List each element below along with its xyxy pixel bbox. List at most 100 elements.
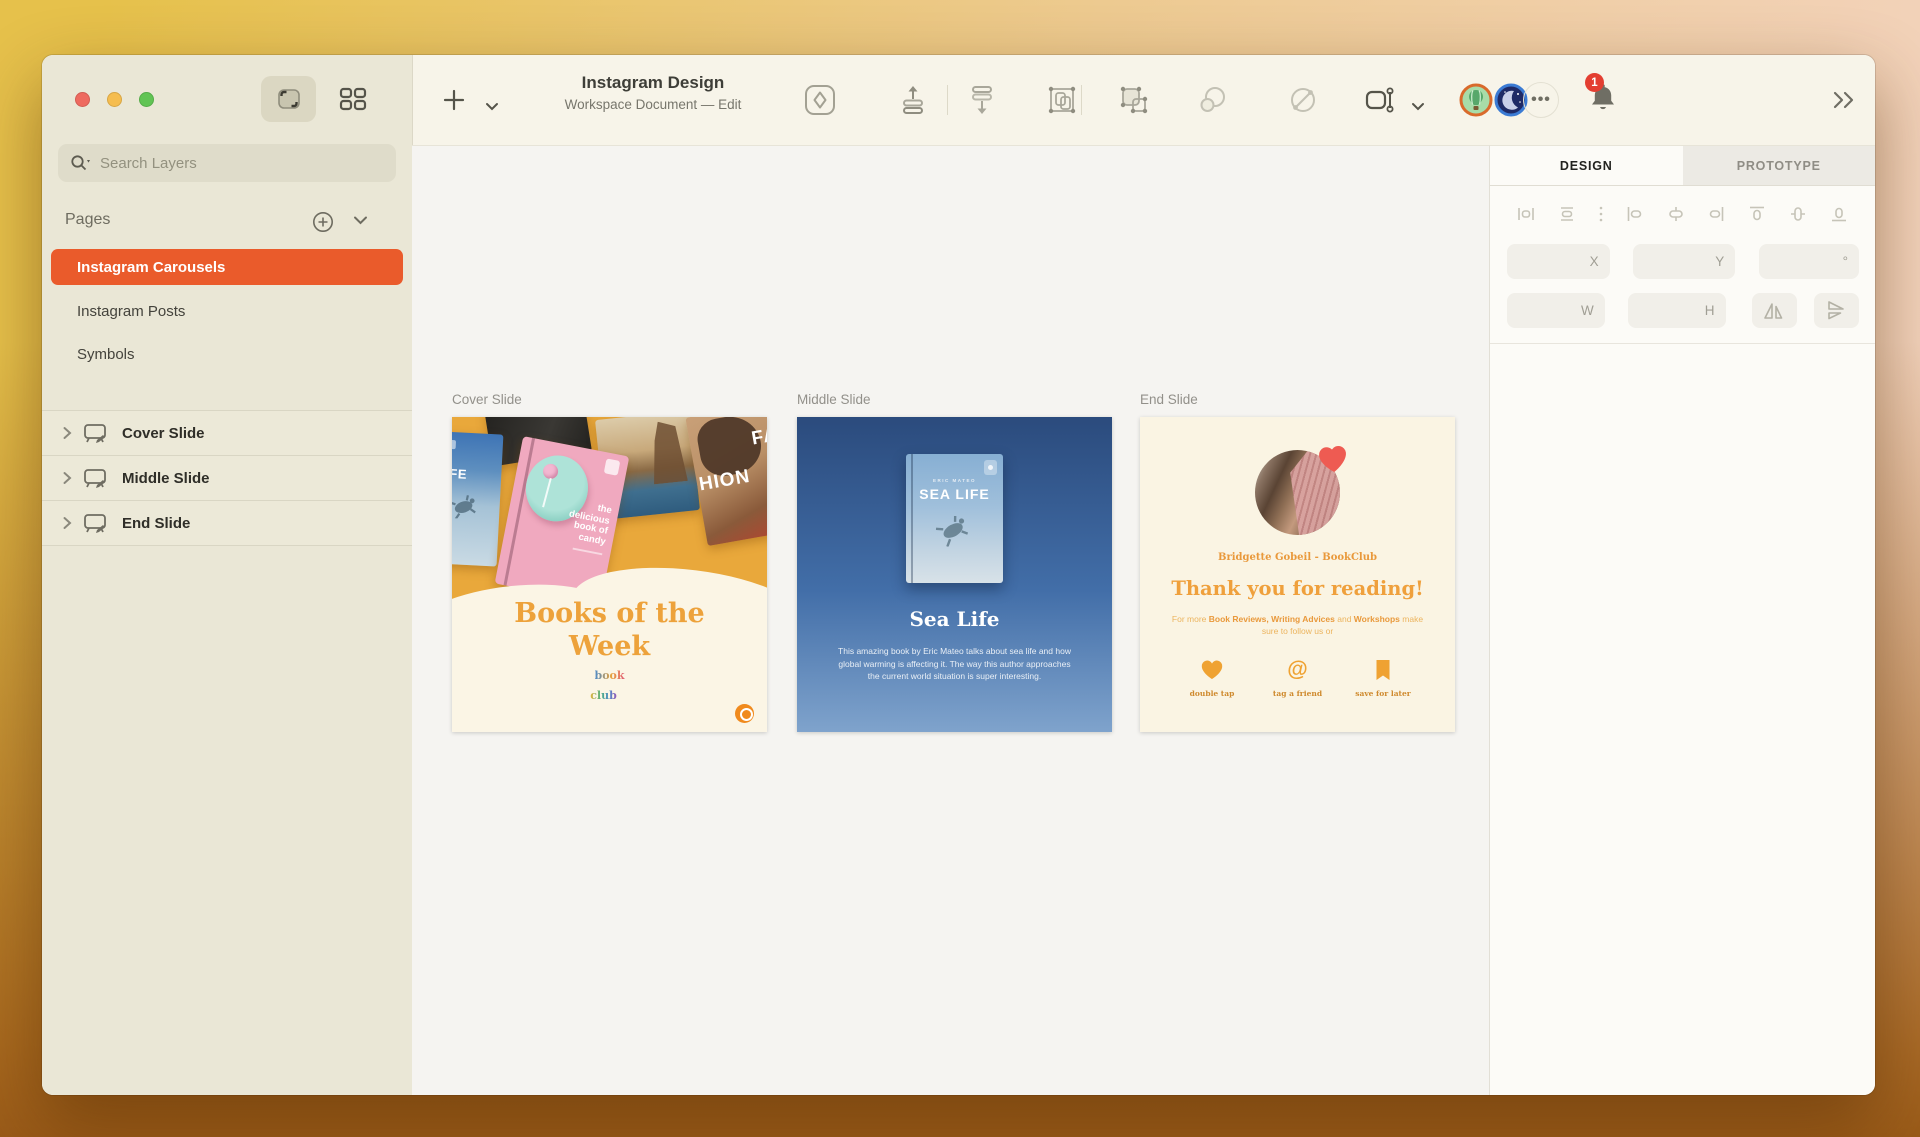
scale-tool-button[interactable]	[1196, 83, 1230, 117]
flip-vertical-button[interactable]	[1814, 293, 1859, 328]
layer-label: End Slide	[122, 515, 190, 532]
minimize-window-button[interactable]	[107, 92, 122, 107]
heart-icon	[1172, 657, 1252, 683]
rotation-input[interactable]: °	[1759, 244, 1859, 279]
x-label: X	[1590, 254, 1599, 269]
distribute-horizontally-icon[interactable]	[1516, 204, 1536, 224]
sidebar: Pages Instagram Carousels Instagram Post…	[42, 55, 412, 1095]
canvas-view-icon	[275, 87, 303, 111]
collapse-pages-icon[interactable]	[353, 215, 368, 225]
layer-label: Cover Slide	[122, 425, 205, 442]
sea-life-book-cover: IFE	[452, 431, 503, 566]
height-input[interactable]: H	[1628, 293, 1726, 328]
insert-button[interactable]	[437, 83, 471, 117]
distribute-vertically-icon[interactable]	[1557, 204, 1577, 224]
search-icon	[70, 154, 92, 172]
tab-design[interactable]: DESIGN	[1490, 146, 1683, 185]
artboard-icon	[82, 467, 108, 489]
page-item-instagram-posts[interactable]: Instagram Posts	[51, 293, 403, 329]
sketch-window: Pages Instagram Carousels Instagram Post…	[42, 55, 1875, 1095]
end-slide-actions: double tap @ tag a friend save for later	[1172, 657, 1423, 698]
create-symbol-button[interactable]	[803, 83, 837, 117]
width-label: W	[1581, 303, 1594, 318]
resize-chevron-icon[interactable]	[1401, 89, 1435, 123]
layer-label: Middle Slide	[122, 470, 210, 487]
vertical-dots-icon	[1598, 204, 1604, 224]
add-page-button[interactable]	[312, 211, 334, 233]
book-badge	[604, 458, 621, 475]
insert-chevron-icon[interactable]	[475, 89, 509, 123]
artboard-middle-slide[interactable]: ERIC MATEO SEA LIFE Sea Life This amazin…	[797, 417, 1112, 732]
align-left-icon[interactable]	[1625, 204, 1645, 224]
middle-slide-body: This amazing book by Eric Mateo talks ab…	[833, 645, 1076, 683]
artboard-cover-slide[interactable]: IFE FA HION the delicious book of candy	[452, 417, 767, 732]
width-input[interactable]: W	[1507, 293, 1605, 328]
document-subtitle[interactable]: Workspace Document — Edit	[533, 97, 773, 112]
action-save-for-later: save for later	[1343, 657, 1423, 698]
move-backward-button[interactable]	[965, 83, 999, 117]
layer-row-middle-slide[interactable]: Middle Slide	[42, 456, 412, 501]
candy-book-title: the delicious book of candy	[548, 495, 613, 547]
canvas[interactable]: Cover Slide Middle Slide End Slide IFE F…	[412, 145, 1489, 1095]
page-label: Symbols	[77, 346, 135, 363]
inspector-panel: DESIGN PROTOTYPE X Y ° W H	[1489, 145, 1875, 1095]
book-cover-title: SEA LIFE	[906, 486, 1003, 502]
book-badge	[452, 440, 456, 449]
ellipsis-icon: •••	[1531, 91, 1551, 109]
end-slide-byline: Bridgette Gobeil - BookClub	[1140, 552, 1455, 563]
zoom-window-button[interactable]	[139, 92, 154, 107]
page-item-symbols[interactable]: Symbols	[51, 336, 403, 372]
move-forward-button[interactable]	[896, 83, 930, 117]
artboard-end-slide[interactable]: Bridgette Gobeil - BookClub Thank you fo…	[1140, 417, 1455, 732]
align-middle-vertical-icon[interactable]	[1788, 204, 1808, 224]
pages-section-header: Pages	[65, 211, 110, 228]
y-position-input[interactable]: Y	[1633, 244, 1736, 279]
book-club-logo: book club	[452, 669, 767, 699]
action-label: tag a friend	[1258, 689, 1338, 698]
grid-view-icon	[338, 85, 368, 113]
canvas-view-toggle[interactable]	[261, 76, 316, 122]
union-shape-button[interactable]	[1117, 83, 1151, 117]
layer-row-end-slide[interactable]: End Slide	[42, 501, 412, 546]
toolbar: Instagram Design Workspace Document — Ed…	[412, 55, 1875, 145]
end-slide-subtitle: For more Book Reviews, Writing Advices a…	[1170, 613, 1425, 637]
group-button[interactable]	[1045, 83, 1079, 117]
action-tag-a-friend: @ tag a friend	[1258, 657, 1338, 698]
artboard-title-end[interactable]: End Slide	[1140, 392, 1198, 407]
resize-constraints-button[interactable]	[1362, 83, 1396, 117]
artboard-title-middle[interactable]: Middle Slide	[797, 392, 871, 407]
tab-prototype[interactable]: PROTOTYPE	[1683, 146, 1876, 185]
align-center-horizontal-icon[interactable]	[1666, 204, 1686, 224]
artboard-title-cover[interactable]: Cover Slide	[452, 392, 522, 407]
x-position-input[interactable]: X	[1507, 244, 1610, 279]
chevron-right-icon[interactable]	[62, 516, 72, 530]
search-layers-field[interactable]	[58, 144, 396, 182]
candy-book-author-line	[573, 548, 603, 556]
flip-horizontal-button[interactable]	[1752, 293, 1797, 328]
search-input[interactable]	[100, 155, 384, 172]
close-window-button[interactable]	[75, 92, 90, 107]
page-label: Instagram Carousels	[77, 259, 225, 276]
align-bottom-icon[interactable]	[1829, 204, 1849, 224]
artboard-icon	[82, 422, 108, 444]
more-collaborators-button[interactable]: •••	[1523, 82, 1559, 118]
components-view-toggle[interactable]	[335, 82, 371, 116]
collapse-panel-button[interactable]	[1827, 83, 1861, 117]
notification-badge: 1	[1585, 73, 1604, 92]
page-item-instagram-carousels[interactable]: Instagram Carousels	[51, 249, 403, 285]
rotate-tool-button[interactable]	[1286, 83, 1320, 117]
layer-list: Cover Slide Middle Slide End Slide	[42, 410, 412, 546]
collaborator-avatar-balloon[interactable]	[1458, 82, 1494, 118]
chevron-right-icon[interactable]	[62, 426, 72, 440]
sea-book-text-fragment: IFE	[452, 466, 467, 482]
inspector-divider	[1490, 343, 1875, 344]
book-author: ERIC MATEO	[906, 478, 1003, 483]
end-slide-title: Thank you for reading!	[1140, 577, 1455, 600]
y-label: Y	[1715, 254, 1724, 269]
layer-row-cover-slide[interactable]: Cover Slide	[42, 411, 412, 456]
chevron-right-icon[interactable]	[62, 471, 72, 485]
fashion-text-fragment: FA	[750, 424, 767, 450]
align-right-icon[interactable]	[1706, 204, 1726, 224]
height-label: H	[1705, 303, 1715, 318]
align-top-icon[interactable]	[1747, 204, 1767, 224]
